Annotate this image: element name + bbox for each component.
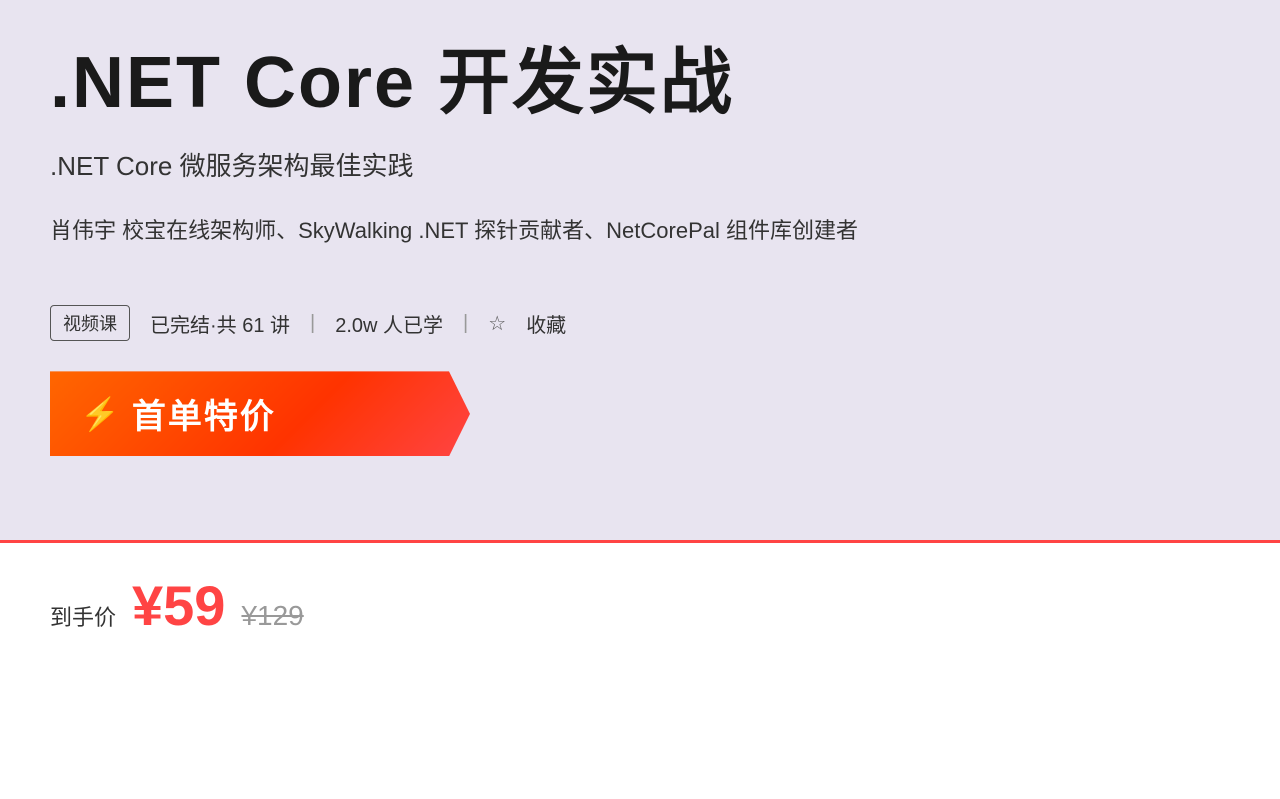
page-container: .NET Core 开发实战 .NET Core 微服务架构最佳实践 肖伟宇 校… [0,0,1280,668]
star-icon: ☆ [488,311,506,336]
completion-status: 已完结·共 61 讲 [150,309,290,338]
course-meta-row: 视频课 已完结·共 61 讲 | 2.0w 人已学 | ☆ 收藏 [50,305,1230,341]
promo-banner: ⚡ 首单特价 [50,371,470,456]
hero-section: .NET Core 开发实战 .NET Core 微服务架构最佳实践 肖伟宇 校… [0,0,1280,540]
author-info: 肖伟宇 校宝在线架构师、SkyWalking .NET 探针贡献者、NetCor… [50,213,1230,245]
page-title: .NET Core 开发实战 [50,40,1230,126]
promo-label: 首单特价 [132,389,276,438]
price-row: 到手价 ¥59 ¥129 [50,573,1230,638]
current-price: ¥59 [132,573,225,638]
price-label: 到手价 [50,600,116,632]
separator-2: | [463,312,468,335]
price-section: 到手价 ¥59 ¥129 [0,540,1280,668]
course-type-badge: 视频课 [50,305,130,341]
subtitle: .NET Core 微服务架构最佳实践 [50,146,1230,183]
original-price: ¥129 [241,600,303,632]
lightning-icon: ⚡ [80,395,120,433]
separator-1: | [310,312,315,335]
favorite-label[interactable]: 收藏 [526,309,566,338]
banner-section: ⚡ 首单特价 [50,371,1230,456]
student-count: 2.0w 人已学 [335,309,443,338]
